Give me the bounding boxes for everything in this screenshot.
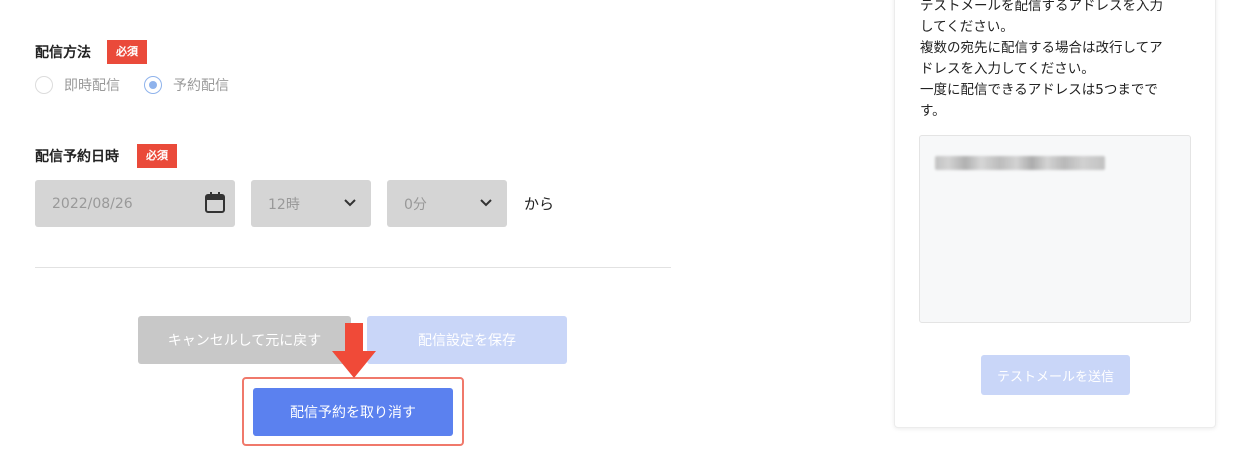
radio-label: 予約配信 (173, 78, 229, 94)
help-line: してください。 (920, 19, 1014, 35)
calendar-icon[interactable] (205, 192, 225, 213)
test-mail-help-text: テストメールを配信するアドレスを入力 してください。 複数の宛先に配信する場合は… (920, 0, 1195, 122)
from-suffix: から (524, 195, 555, 213)
send-test-mail-button[interactable]: テストメールを送信 (981, 355, 1130, 395)
date-value: 2022/08/26 (52, 195, 133, 212)
date-picker[interactable]: 2022/08/26 (35, 180, 235, 227)
cancel-button[interactable]: キャンセルして元に戻す (138, 316, 351, 364)
help-line: 一度に配信できるアドレスは5つまでで (920, 82, 1158, 98)
test-address-textarea[interactable] (919, 135, 1191, 323)
radio-scheduled[interactable]: 予約配信 (144, 75, 229, 95)
down-arrow-icon (332, 323, 376, 378)
radio-label: 即時配信 (64, 78, 120, 94)
delivery-method-label: 配信方法 (35, 45, 91, 61)
save-settings-button[interactable]: 配信設定を保存 (367, 316, 567, 364)
radio-immediate[interactable]: 即時配信 (35, 75, 120, 95)
schedule-label: 配信予約日時 (35, 149, 119, 165)
divider (35, 267, 671, 268)
delivery-method-radio-group: 即時配信 予約配信 (35, 74, 253, 96)
radio-button[interactable] (35, 76, 53, 94)
required-badge: 必須 (107, 40, 147, 64)
hour-select[interactable]: 12時 (251, 180, 371, 227)
help-line: ドレスを入力してください。 (920, 61, 1095, 77)
help-line: す。 (920, 103, 946, 119)
chevron-down-icon (344, 199, 356, 207)
required-badge: 必須 (137, 144, 177, 168)
help-line: テストメールを配信するアドレスを入力 (920, 0, 1163, 14)
chevron-down-icon (480, 199, 492, 207)
help-line: 複数の宛先に配信する場合は改行してア (920, 40, 1163, 56)
minute-select[interactable]: 0分 (387, 180, 507, 227)
hour-value: 12時 (268, 196, 300, 213)
blurred-email-address (935, 156, 1105, 170)
revoke-reservation-button[interactable]: 配信予約を取り消す (253, 388, 453, 436)
minute-value: 0分 (404, 196, 427, 213)
radio-button-selected[interactable] (144, 76, 162, 94)
